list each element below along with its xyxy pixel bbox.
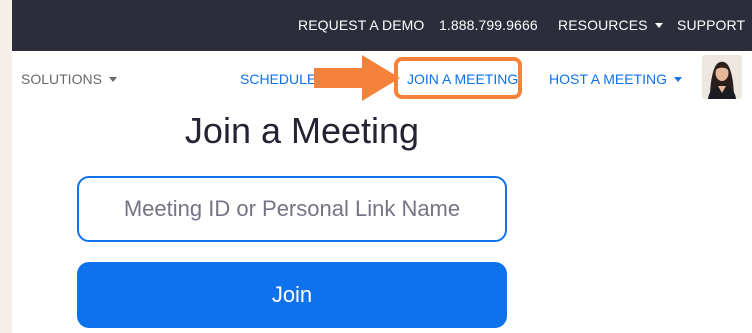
schedule-meeting-link[interactable]: SCHEDULE (240, 51, 316, 107)
chevron-down-icon (654, 22, 663, 28)
top-utility-bar: REQUEST A DEMO 1.888.799.9666 RESOURCES … (12, 0, 752, 51)
chevron-down-icon (108, 76, 117, 82)
chevron-down-icon (674, 76, 682, 82)
arrow-right-icon (314, 55, 400, 101)
resources-label: RESOURCES (558, 17, 648, 33)
solutions-menu[interactable]: SOLUTIONS (21, 51, 117, 107)
request-demo-link[interactable]: REQUEST A DEMO (298, 0, 424, 51)
solutions-label: SOLUTIONS (21, 71, 102, 87)
join-button[interactable]: Join (77, 262, 507, 328)
main-nav-bar: SOLUTIONS SCHEDULE JOIN A MEETING HOST A… (12, 51, 752, 107)
join-meeting-highlight (394, 57, 522, 99)
page-title: Join a Meeting (184, 110, 420, 151)
phone-number-link[interactable]: 1.888.799.9666 (439, 0, 538, 51)
user-avatar[interactable] (702, 55, 742, 99)
host-meeting-label: HOST A MEETING (549, 71, 667, 87)
meeting-id-input[interactable] (77, 176, 507, 242)
host-meeting-menu[interactable]: HOST A MEETING (549, 51, 682, 107)
resources-menu[interactable]: RESOURCES (558, 0, 663, 51)
support-link[interactable]: SUPPORT (677, 0, 745, 51)
avatar-image (702, 55, 742, 99)
browser-viewport: REQUEST A DEMO 1.888.799.9666 RESOURCES … (12, 0, 752, 333)
